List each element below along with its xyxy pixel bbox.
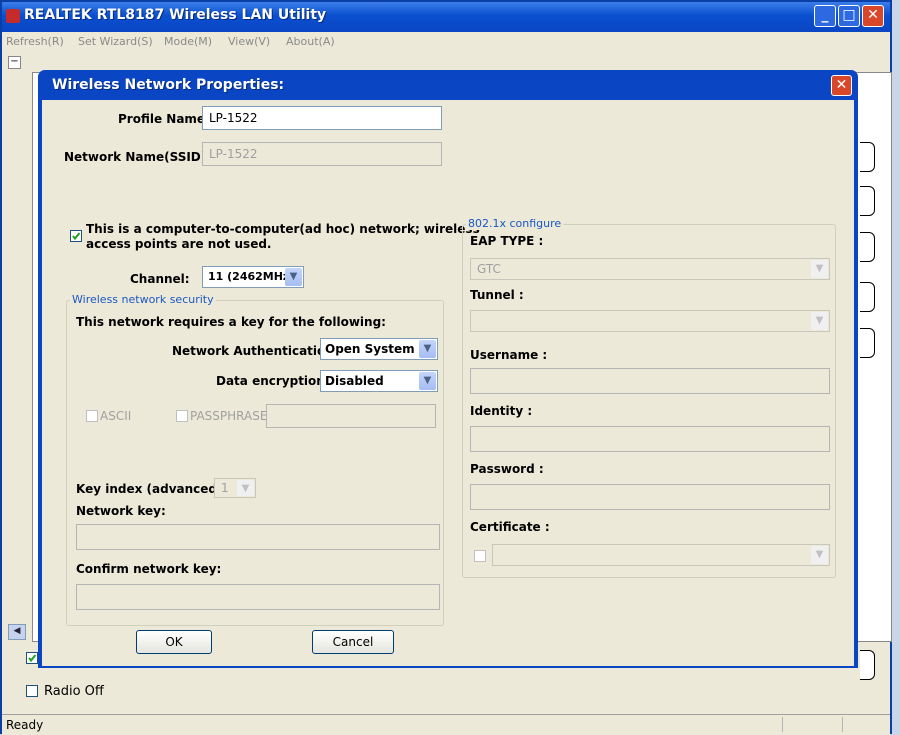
dialog-close-icon[interactable]: ✕	[831, 75, 852, 96]
certificate-select[interactable]: ▼	[492, 544, 830, 566]
dialog-title: Wireless Network Properties:	[52, 77, 285, 93]
profile-name-label: Profile Name:	[118, 112, 210, 126]
tunnel-label: Tunnel :	[470, 288, 524, 302]
chevron-down-icon: ▼	[237, 480, 254, 496]
password-input[interactable]	[470, 484, 830, 510]
menu-refresh[interactable]: Refresh(R)	[6, 35, 64, 48]
ssid-input[interactable]: LP-1522	[202, 142, 442, 166]
menu-set-wizard[interactable]: Set Wizard(S)	[78, 35, 153, 48]
dot1x-group-title: 802.1x configure	[466, 217, 564, 230]
ssid-label: Network Name(SSID):	[64, 150, 212, 164]
network-key-label: Network key:	[76, 504, 166, 518]
username-input[interactable]	[470, 368, 830, 394]
auth-label: Network Authentication:	[172, 344, 339, 358]
status-bar: Ready	[2, 714, 890, 735]
minimize-icon[interactable]: _	[814, 5, 836, 27]
passphrase-checkbox[interactable]	[176, 410, 188, 422]
username-label: Username :	[470, 348, 548, 362]
eap-type-value: GTC	[477, 262, 501, 276]
key-index-value: 1	[221, 481, 229, 495]
adhoc-label-line1: This is a computer-to-computer(ad hoc) n…	[86, 222, 480, 236]
identity-input[interactable]	[470, 426, 830, 452]
tree-collapse-icon[interactable]: −	[8, 56, 21, 69]
menu-bar: Refresh(R) Set Wizard(S) Mode(M) View(V)…	[2, 32, 890, 52]
key-index-select[interactable]: 1 ▼	[214, 478, 256, 498]
network-key-input[interactable]	[76, 524, 440, 550]
close-icon[interactable]: ✕	[862, 5, 884, 27]
bg-button-3[interactable]	[860, 232, 875, 262]
chevron-down-icon: ▼	[811, 546, 828, 564]
chevron-down-icon: ▼	[811, 260, 828, 278]
requires-key-text: This network requires a key for the foll…	[76, 315, 386, 329]
scroll-left-icon[interactable]: ◀	[8, 624, 26, 640]
status-text: Ready	[6, 718, 44, 732]
auth-select[interactable]: Open System ▼	[320, 338, 438, 360]
certificate-checkbox[interactable]	[474, 550, 486, 562]
menu-mode[interactable]: Mode(M)	[164, 35, 212, 48]
check-icon	[72, 232, 81, 241]
chevron-down-icon: ▼	[419, 340, 436, 358]
chevron-down-icon: ▼	[285, 268, 302, 286]
maximize-icon[interactable]: □	[838, 5, 860, 27]
encryption-value: Disabled	[325, 374, 384, 388]
encryption-label: Data encryption:	[216, 374, 330, 388]
window-title: REALTEK RTL8187 Wireless LAN Utility	[24, 7, 327, 23]
menu-view[interactable]: View(V)	[228, 35, 270, 48]
ssid-value: LP-1522	[209, 147, 258, 161]
passphrase-input[interactable]	[266, 404, 436, 428]
encryption-select[interactable]: Disabled ▼	[320, 370, 438, 392]
bg-button-4[interactable]	[860, 282, 875, 312]
ascii-label: ASCII	[100, 409, 132, 423]
radio-off-label: Radio Off	[44, 684, 104, 699]
channel-value: 11 (2462MHz)	[208, 270, 295, 283]
bg-button-5[interactable]	[860, 328, 875, 358]
wireless-properties-dialog: Wireless Network Properties: ✕ Profile N…	[38, 70, 858, 668]
title-bar[interactable]: REALTEK RTL8187 Wireless LAN Utility _ □…	[2, 2, 890, 32]
certificate-label: Certificate :	[470, 520, 550, 534]
channel-select[interactable]: 11 (2462MHz) ▼	[202, 266, 304, 288]
confirm-key-label: Confirm network key:	[76, 562, 222, 576]
cancel-button-label: Cancel	[332, 635, 374, 649]
tunnel-select[interactable]: ▼	[470, 310, 830, 332]
dialog-body: Profile Name: LP-1522 Network Name(SSID)…	[42, 100, 854, 666]
chevron-down-icon: ▼	[419, 372, 436, 390]
bg-button-1[interactable]	[860, 142, 875, 172]
bottom-checkbox[interactable]	[26, 652, 38, 664]
auth-value: Open System	[325, 342, 415, 356]
identity-label: Identity :	[470, 404, 533, 418]
chevron-down-icon: ▼	[811, 312, 828, 330]
security-group-title: Wireless network security	[70, 293, 216, 306]
app-icon	[6, 9, 20, 23]
status-divider	[842, 717, 843, 732]
confirm-key-input[interactable]	[76, 584, 440, 610]
bg-button-2[interactable]	[860, 186, 875, 216]
bg-button-6[interactable]	[860, 650, 875, 680]
status-divider	[782, 717, 783, 732]
eap-type-label: EAP TYPE :	[470, 234, 544, 248]
passphrase-label: PASSPHRASE	[190, 409, 268, 423]
ascii-checkbox[interactable]	[86, 410, 98, 422]
adhoc-label-line2: access points are not used.	[86, 237, 272, 251]
profile-name-value: LP-1522	[209, 111, 258, 125]
ok-button-label: OK	[165, 635, 183, 649]
ok-button[interactable]: OK	[136, 630, 212, 654]
password-label: Password :	[470, 462, 544, 476]
radio-off-checkbox[interactable]	[26, 685, 38, 697]
menu-about[interactable]: About(A)	[286, 35, 335, 48]
key-index-label: Key index (advanced):	[76, 482, 228, 496]
eap-type-select[interactable]: GTC ▼	[470, 258, 830, 280]
channel-label: Channel:	[130, 272, 190, 286]
adhoc-checkbox[interactable]	[70, 230, 82, 242]
cancel-button[interactable]: Cancel	[312, 630, 394, 654]
profile-name-input[interactable]: LP-1522	[202, 106, 442, 130]
